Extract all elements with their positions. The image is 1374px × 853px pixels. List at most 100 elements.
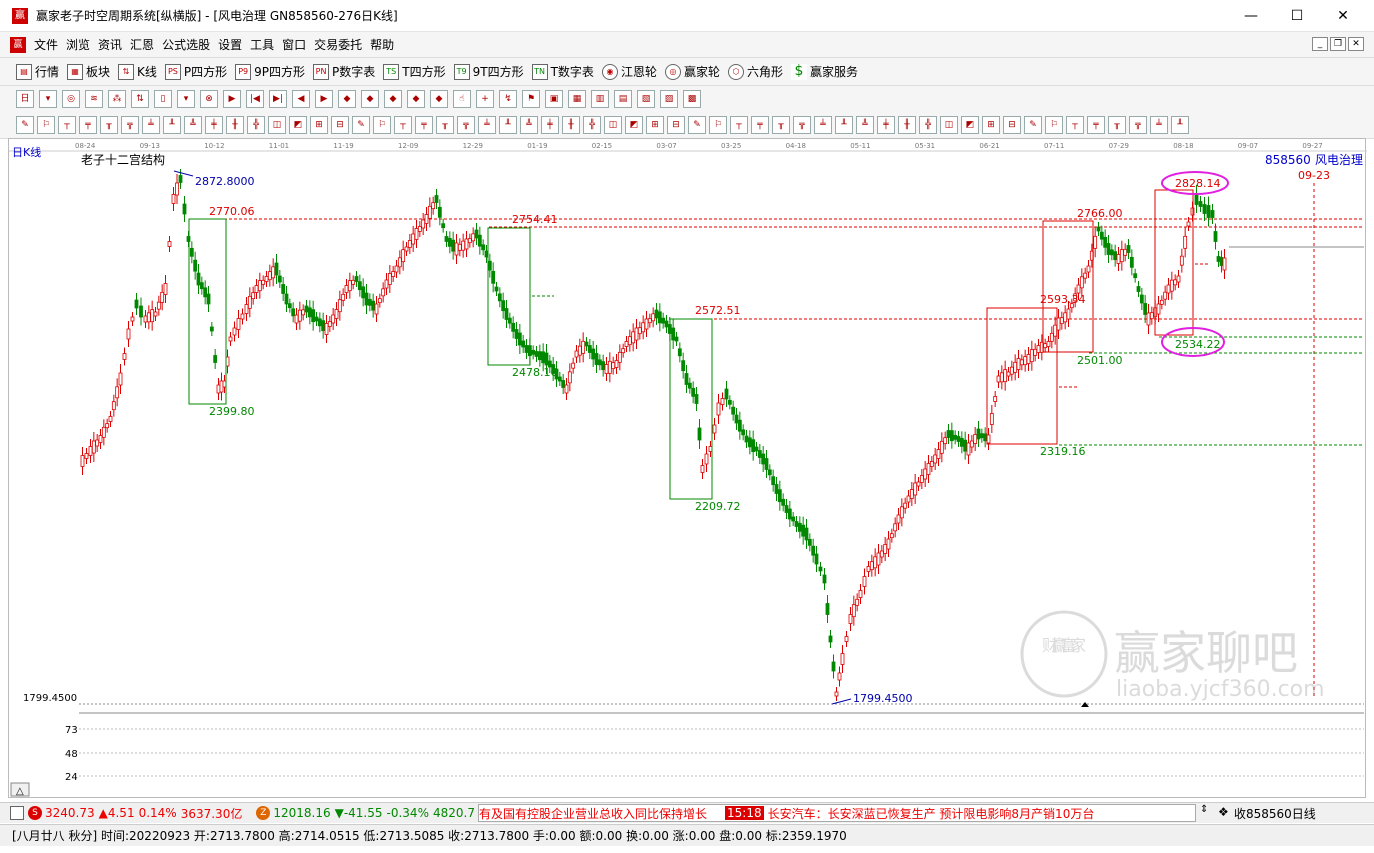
analysis-tool-button[interactable]: ╩ [184,116,202,134]
kline-chart[interactable]: 08-24 09-13 10-12 11-01 11-19 12-09 12-29 01-19… [8,138,1367,799]
drawing-tool-button[interactable]: ◆ [384,90,402,108]
analysis-tool-button[interactable]: ╫ [562,116,580,134]
analysis-tool-button[interactable]: ⊟ [667,116,685,134]
hexagon-button[interactable]: ⬡ 六角形 [727,63,783,80]
sector-button[interactable]: ▦ 板块 [67,63,110,80]
menu-tools[interactable]: 工具 [246,36,278,53]
analysis-tool-button[interactable]: ╨ [499,116,517,134]
drawing-tool-button[interactable]: ▯ [154,90,172,108]
news-ticker[interactable]: 有及国有控股企业营业总收入同比保持增长 15:18 长安汽车：长安深蓝已恢复生产… [478,804,1196,822]
list-icon[interactable] [10,806,24,820]
analysis-tool-button[interactable]: ╧ [478,116,496,134]
chart-canvas[interactable]: 08-24 09-13 10-12 11-01 11-19 12-09 12-29 01-19… [9,139,1367,799]
p9-button[interactable]: P9 9P四方形 [235,63,305,80]
drawing-tool-button[interactable]: ⇅ [131,90,149,108]
analysis-tool-button[interactable]: ╥ [100,116,118,134]
analysis-tool-button[interactable]: ◩ [961,116,979,134]
drawing-tool-button[interactable]: ☝ [453,90,471,108]
drawing-tool-button[interactable]: ▾ [177,90,195,108]
analysis-tool-button[interactable]: ⊞ [982,116,1000,134]
analysis-tool-button[interactable]: ◫ [940,116,958,134]
analysis-tool-button[interactable]: ◫ [268,116,286,134]
analysis-tool-button[interactable]: ╬ [247,116,265,134]
drawing-tool-button[interactable]: ▣ [545,90,563,108]
ts-button[interactable]: TS T四方形 [383,63,446,80]
kline-button[interactable]: ⇅ K线 [118,63,157,80]
analysis-tool-button[interactable]: ╬ [583,116,601,134]
analysis-tool-button[interactable]: ╥ [772,116,790,134]
analysis-tool-button[interactable]: ⚐ [37,116,55,134]
analysis-tool-button[interactable]: ╤ [415,116,433,134]
analysis-tool-button[interactable]: ╤ [751,116,769,134]
analysis-tool-button[interactable]: ╩ [520,116,538,134]
analysis-tool-button[interactable]: ╧ [814,116,832,134]
drawing-tool-button[interactable]: ▥ [591,90,609,108]
analysis-tool-button[interactable]: ╪ [877,116,895,134]
ticker-scroll-icon[interactable]: ⇕ [1200,804,1208,815]
ps-button[interactable]: PS P四方形 [164,63,227,80]
analysis-tool-button[interactable]: ┬ [58,116,76,134]
drawing-tool-button[interactable]: ◆ [361,90,379,108]
drawing-tool-button[interactable]: ▨ [660,90,678,108]
menu-help[interactable]: 帮助 [366,36,398,53]
drawing-tool-button[interactable]: + [476,90,494,108]
drawing-tool-button[interactable]: ◀ [292,90,310,108]
analysis-tool-button[interactable]: ◩ [289,116,307,134]
quote-button[interactable]: ▤ 行情 [16,63,59,80]
analysis-tool-button[interactable]: ╨ [1171,116,1189,134]
menu-info[interactable]: 资讯 [94,36,126,53]
service-button[interactable]: $ 赢家服务 [790,63,858,80]
pn-button[interactable]: PN P数字表 [313,63,375,80]
drawing-tool-button[interactable]: ◆ [430,90,448,108]
analysis-tool-button[interactable]: ⊟ [331,116,349,134]
mdi-minimize-button[interactable]: _ [1312,37,1328,51]
drawing-tool-button[interactable]: |◀ [246,90,264,108]
analysis-tool-button[interactable]: ╦ [1129,116,1147,134]
analysis-tool-button[interactable]: ┬ [394,116,412,134]
analysis-tool-button[interactable]: ┬ [1066,116,1084,134]
mdi-restore-button[interactable]: ❐ [1330,37,1346,51]
drawing-tool-button[interactable]: ▾ [39,90,57,108]
analysis-tool-button[interactable]: ╫ [898,116,916,134]
drawing-tool-button[interactable]: 日 [16,90,34,108]
menu-file[interactable]: 文件 [30,36,62,53]
tn-button[interactable]: TN T数字表 [531,63,594,80]
analysis-tool-button[interactable]: ✎ [1024,116,1042,134]
winner-wheel-button[interactable]: ◎ 赢家轮 [664,63,720,80]
analysis-tool-button[interactable]: ┬ [730,116,748,134]
gann-wheel-button[interactable]: ◉ 江恩轮 [601,63,657,80]
analysis-tool-button[interactable]: ╤ [1087,116,1105,134]
analysis-tool-button[interactable]: ╦ [793,116,811,134]
drawing-tool-button[interactable]: ↯ [499,90,517,108]
close-button[interactable]: ✕ [1320,0,1366,32]
menu-trade[interactable]: 交易委托 [310,36,366,53]
drawing-tool-button[interactable]: ▤ [614,90,632,108]
drawing-tool-button[interactable]: ◆ [407,90,425,108]
drawing-tool-button[interactable]: ◎ [62,90,80,108]
analysis-tool-button[interactable]: ⊟ [1003,116,1021,134]
analysis-tool-button[interactable]: ⚐ [1045,116,1063,134]
analysis-tool-button[interactable]: ╬ [919,116,937,134]
drawing-tool-button[interactable]: ⊗ [200,90,218,108]
analysis-tool-button[interactable]: ✎ [688,116,706,134]
analysis-tool-button[interactable]: ✎ [16,116,34,134]
drawing-tool-button[interactable]: ▩ [683,90,701,108]
drawing-tool-button[interactable]: ▶ [315,90,333,108]
analysis-tool-button[interactable]: ╤ [79,116,97,134]
analysis-tool-button[interactable]: ◩ [625,116,643,134]
analysis-tool-button[interactable]: ╨ [163,116,181,134]
drawing-tool-button[interactable]: ⁂ [108,90,126,108]
app-menu-icon[interactable]: 赢 [10,36,26,53]
analysis-tool-button[interactable]: ◫ [604,116,622,134]
drawing-tool-button[interactable]: ▶| [269,90,287,108]
drawing-tool-button[interactable]: ◆ [338,90,356,108]
analysis-tool-button[interactable]: ╦ [457,116,475,134]
analysis-tool-button[interactable]: ⚐ [373,116,391,134]
analysis-tool-button[interactable]: ⊞ [646,116,664,134]
analysis-tool-button[interactable]: ⚐ [709,116,727,134]
drawing-tool-button[interactable]: ⚑ [522,90,540,108]
drawing-tool-button[interactable]: ≋ [85,90,103,108]
analysis-tool-button[interactable]: ✎ [352,116,370,134]
menu-formula[interactable]: 公式选股 [158,36,214,53]
t9-button[interactable]: T9 9T四方形 [453,63,524,80]
